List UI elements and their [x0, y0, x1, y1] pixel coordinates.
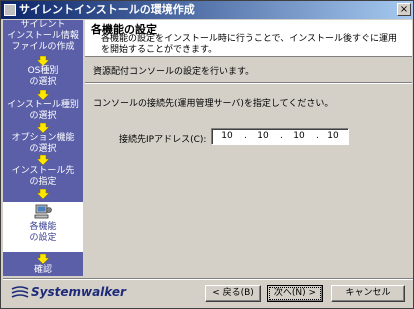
next-button[interactable]: 次へ(N) > — [267, 285, 323, 302]
ip-address-label: 接続先IPアドレス(C): — [119, 135, 207, 145]
step-label: サイレント インストール情報 ファイルの作成 — [7, 20, 79, 52]
title-bar: サイレントインストールの環境作成 × — [1, 1, 413, 19]
cancel-button[interactable]: キャンセル — [331, 285, 405, 302]
step-install-type: インストール種別 の選択 — [3, 100, 83, 122]
wizard-steps-sidebar: サイレント インストール情報 ファイルの作成 OS種別 の選択 インストール種別… — [3, 20, 83, 276]
step-feature-settings: 各機能 の設定 — [3, 202, 83, 252]
step-label: 確認 — [33, 265, 52, 275]
divider — [85, 82, 412, 84]
step-options: オプション機能 の選択 — [3, 133, 83, 155]
ip-octet-2[interactable]: 10 — [252, 131, 274, 141]
window-title: サイレントインストールの環境作成 — [19, 3, 195, 16]
ip-octet-3[interactable]: 10 — [288, 131, 310, 141]
installer-window: サイレントインストールの環境作成 × サイレント インストール情報 ファイルの作… — [0, 0, 414, 309]
footer-divider — [3, 278, 413, 280]
step-create-file: サイレント インストール情報 ファイルの作成 — [3, 20, 83, 53]
ip-address-field[interactable]: 10 . 10 . 10 . 10 — [211, 128, 349, 145]
main-panel: 各機能の設定 各機能の設定をインストール時に行うことで、インストール後すぐに運用… — [85, 20, 412, 276]
next-button-label: 次へ(N) > — [269, 287, 321, 300]
ip-octet-4[interactable]: 10 — [322, 131, 344, 141]
arrow-down-icon — [37, 56, 49, 66]
instruction-text: コンソールの接続先(運用管理サーバ)を指定してください。 — [93, 99, 334, 109]
logo-mark-icon — [11, 285, 29, 298]
page-header: 各機能の設定 各機能の設定をインストール時に行うことで、インストール後すぐに運用… — [85, 20, 412, 57]
app-icon — [4, 4, 16, 16]
step-label: インストール先 の指定 — [11, 166, 75, 187]
systemwalker-logo: Systemwalker — [11, 285, 126, 303]
arrow-down-icon — [37, 90, 49, 100]
step-label: 各機能 の設定 — [29, 222, 57, 243]
arrow-down-icon — [37, 254, 49, 264]
page-description: 各機能の設定をインストール時に行うことで、インストール後すぐに運用を開始すること… — [101, 34, 398, 55]
ip-dot: . — [244, 131, 247, 141]
arrow-down-icon — [37, 155, 49, 165]
close-button[interactable]: × — [397, 3, 411, 16]
step-confirm: 確認 — [3, 265, 83, 276]
step-install-dest: インストール先 の指定 — [3, 166, 83, 188]
section-subtitle: 資源配付コンソールの設定を行います。 — [93, 67, 255, 77]
arrow-down-icon — [37, 189, 49, 199]
step-label: オプション機能 の選択 — [11, 133, 75, 154]
step-os-type: OS種別 の選択 — [3, 66, 83, 88]
computer-settings-icon — [34, 204, 52, 219]
back-button[interactable]: < 戻る(B) — [205, 285, 261, 302]
step-label: OS種別 の選択 — [27, 66, 59, 87]
ip-dot: . — [280, 131, 283, 141]
arrow-down-icon — [37, 123, 49, 133]
ip-dot: . — [316, 131, 319, 141]
step-label: インストール種別 の選択 — [7, 100, 79, 121]
ip-octet-1[interactable]: 10 — [216, 131, 238, 141]
logo-text: Systemwalker — [31, 285, 126, 299]
